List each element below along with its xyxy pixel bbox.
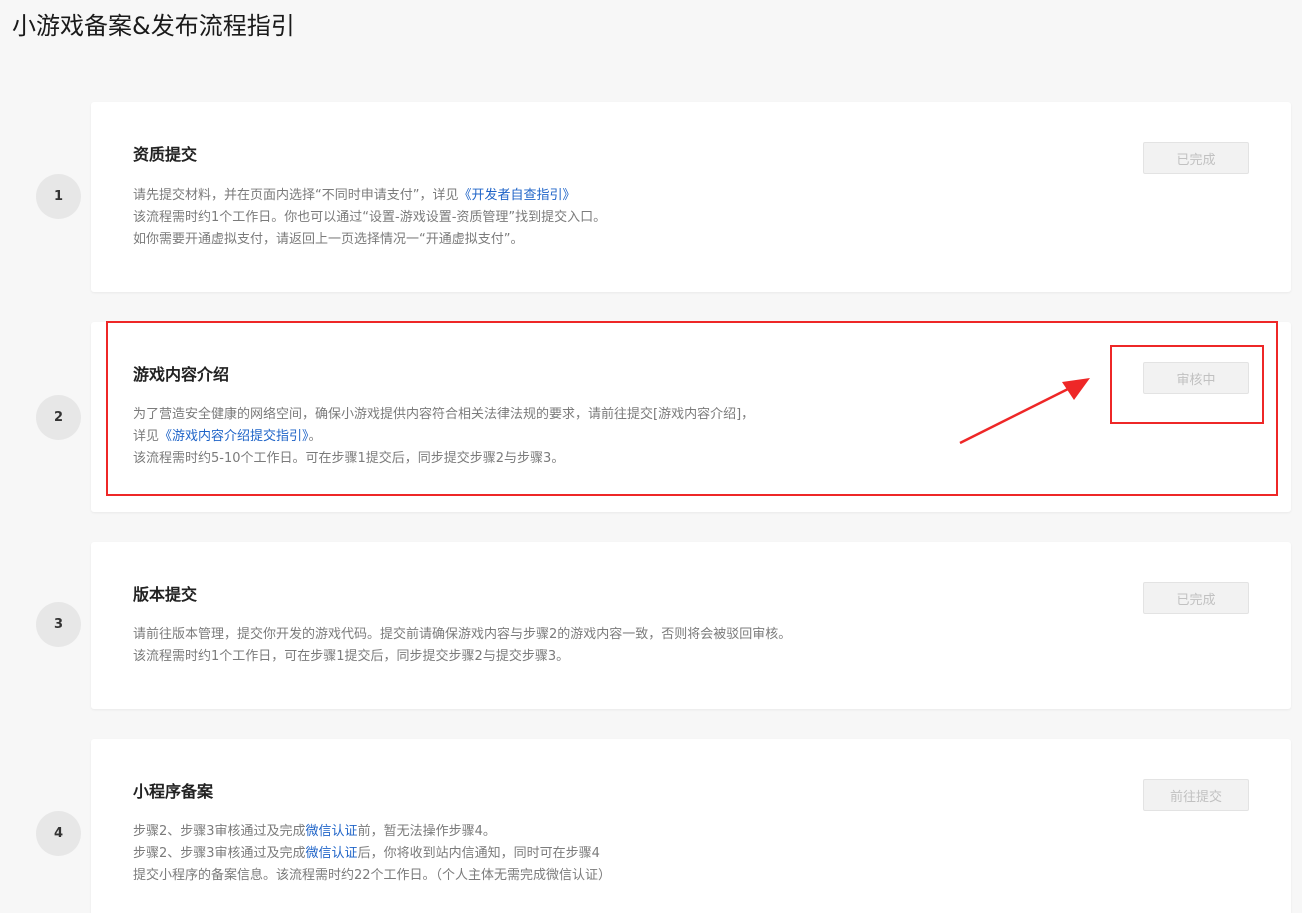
desc-line: 提交小程序的备案信息。该流程需时约22个工作日。（个人主体无需完成微信认证） <box>133 868 612 883</box>
step-number-2: 2 <box>36 395 81 440</box>
desc-line: 请先提交材料，并在页面内选择“不同时申请支付”，详见《开发者自查指引》 <box>133 188 576 203</box>
step-card-version-submit: 版本提交 请前往版本管理，提交你开发的游戏代码。提交前请确保游戏内容与步骤2的游… <box>91 542 1291 709</box>
game-content-guide-link[interactable]: 《游戏内容介绍提交指引》 <box>159 429 309 444</box>
page-title: 小游戏备案&发布流程指引 <box>12 12 295 40</box>
wechat-verification-link[interactable]: 微信认证 <box>306 846 358 861</box>
desc-line: 为了营造安全健康的网络空间，确保小游戏提供内容符合相关法律法规的要求，请前往提交… <box>133 407 755 422</box>
desc-line: 详见《游戏内容介绍提交指引》。 <box>133 429 322 444</box>
step-title: 版本提交 <box>133 585 198 604</box>
desc-line: 步骤2、步骤3审核通过及完成微信认证前，暂无法操作步骤4。 <box>133 824 496 839</box>
step-description: 为了营造安全健康的网络空间，确保小游戏提供内容符合相关法律法规的要求，请前往提交… <box>133 404 754 470</box>
step-description: 请前往版本管理，提交你开发的游戏代码。提交前请确保游戏内容与步骤2的游戏内容一致… <box>133 624 791 668</box>
step-title: 资质提交 <box>133 145 198 164</box>
wechat-verification-link[interactable]: 微信认证 <box>306 824 358 839</box>
developer-self-check-guide-link[interactable]: 《开发者自查指引》 <box>458 188 575 203</box>
step-card-game-content: 游戏内容介绍 为了营造安全健康的网络空间，确保小游戏提供内容符合相关法律法规的要… <box>91 322 1291 512</box>
step-number-3: 3 <box>36 602 81 647</box>
completed-button[interactable]: 已完成 <box>1143 582 1249 614</box>
desc-line: 该流程需时约1个工作日。你也可以通过“设置-游戏设置-资质管理”找到提交入口。 <box>133 210 607 225</box>
desc-line: 步骤2、步骤3审核通过及完成微信认证后，你将收到站内信通知，同时可在步骤4 <box>133 846 600 861</box>
step-number-1: 1 <box>36 174 81 219</box>
under-review-button[interactable]: 审核中 <box>1143 362 1249 394</box>
step-card-miniprogram-filing: 小程序备案 步骤2、步骤3审核通过及完成微信认证前，暂无法操作步骤4。 步骤2、… <box>91 739 1291 913</box>
desc-line: 请前往版本管理，提交你开发的游戏代码。提交前请确保游戏内容与步骤2的游戏内容一致… <box>133 627 792 642</box>
step-number-4: 4 <box>36 811 81 856</box>
step-title: 游戏内容介绍 <box>133 365 230 384</box>
step-card-qualification: 资质提交 请先提交材料，并在页面内选择“不同时申请支付”，详见《开发者自查指引》… <box>91 102 1291 292</box>
desc-line: 该流程需时约5-10个工作日。可在步骤1提交后，同步提交步骤2与步骤3。 <box>133 451 565 466</box>
desc-line: 该流程需时约1个工作日，可在步骤1提交后，同步提交步骤2与提交步骤3。 <box>133 649 570 664</box>
step-description: 请先提交材料，并在页面内选择“不同时申请支付”，详见《开发者自查指引》 该流程需… <box>133 185 606 251</box>
page: 小游戏备案&发布流程指引 1 资质提交 请先提交材料，并在页面内选择“不同时申请… <box>0 0 1302 913</box>
go-submit-button[interactable]: 前往提交 <box>1143 779 1249 811</box>
completed-button[interactable]: 已完成 <box>1143 142 1249 174</box>
desc-line: 如你需要开通虚拟支付，请返回上一页选择情况一“开通虚拟支付”。 <box>133 232 524 247</box>
step-title: 小程序备案 <box>133 782 214 801</box>
step-description: 步骤2、步骤3审核通过及完成微信认证前，暂无法操作步骤4。 步骤2、步骤3审核通… <box>133 821 611 887</box>
